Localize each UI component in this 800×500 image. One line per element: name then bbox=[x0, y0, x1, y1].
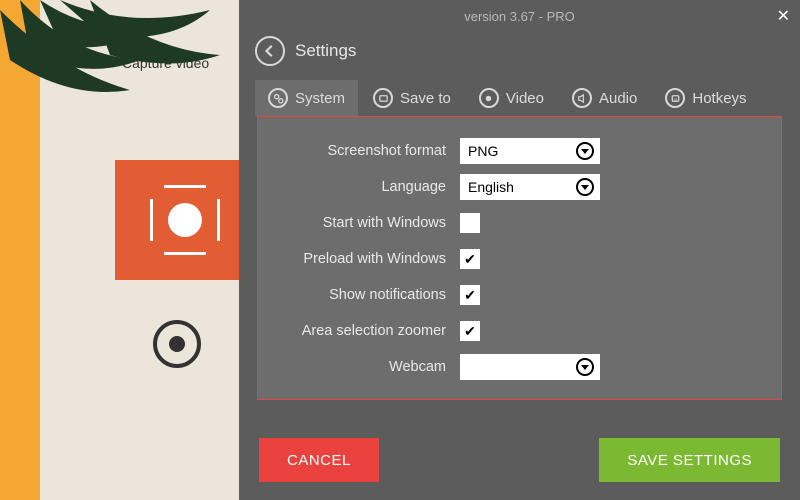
show-notifications-checkbox[interactable]: ✔ bbox=[460, 285, 480, 305]
record-radio-icon[interactable] bbox=[153, 320, 201, 368]
record-area-tile[interactable] bbox=[115, 160, 255, 280]
version-label: version 3.67 - PRO bbox=[239, 0, 800, 34]
dialog-title: Settings bbox=[295, 41, 356, 61]
show-notifications-label: Show notifications bbox=[278, 287, 460, 303]
tab-audio[interactable]: Audio bbox=[559, 80, 650, 116]
arrow-left-icon bbox=[263, 44, 277, 58]
settings-tabs: System Save to Video Audio a Hotkeys bbox=[239, 68, 800, 116]
tab-label: Hotkeys bbox=[692, 90, 746, 107]
record-dot-icon bbox=[479, 88, 499, 108]
webcam-label: Webcam bbox=[278, 359, 460, 375]
tab-video[interactable]: Video bbox=[466, 80, 557, 116]
chevron-down-icon bbox=[576, 358, 594, 376]
close-icon[interactable]: ✕ bbox=[777, 6, 790, 26]
language-select[interactable]: English bbox=[460, 174, 600, 200]
gears-icon bbox=[268, 88, 288, 108]
screenshot-format-select[interactable]: PNG bbox=[460, 138, 600, 164]
chevron-down-icon bbox=[576, 142, 594, 160]
preload-with-windows-checkbox[interactable]: ✔ bbox=[460, 249, 480, 269]
capture-video-label: Capture video bbox=[122, 55, 209, 71]
tab-label: Audio bbox=[599, 90, 637, 107]
area-zoomer-label: Area selection zoomer bbox=[278, 323, 460, 339]
folder-icon bbox=[373, 88, 393, 108]
back-button[interactable] bbox=[255, 36, 285, 66]
preload-with-windows-label: Preload with Windows bbox=[278, 251, 460, 267]
start-with-windows-checkbox[interactable] bbox=[460, 213, 480, 233]
select-value: PNG bbox=[468, 143, 498, 159]
tab-system[interactable]: System bbox=[255, 80, 358, 116]
tab-label: Video bbox=[506, 90, 544, 107]
speaker-icon bbox=[572, 88, 592, 108]
start-with-windows-label: Start with Windows bbox=[278, 215, 460, 231]
save-settings-button[interactable]: SAVE SETTINGS bbox=[599, 438, 780, 482]
system-settings-panel: Screenshot format PNG Language English S… bbox=[257, 116, 782, 400]
cancel-button[interactable]: CANCEL bbox=[259, 438, 379, 482]
tab-hotkeys[interactable]: a Hotkeys bbox=[652, 80, 759, 116]
screenshot-format-label: Screenshot format bbox=[278, 143, 460, 159]
select-value: English bbox=[468, 179, 514, 195]
language-label: Language bbox=[278, 179, 460, 195]
tab-save-to[interactable]: Save to bbox=[360, 80, 464, 116]
keyboard-icon: a bbox=[665, 88, 685, 108]
chevron-down-icon bbox=[576, 178, 594, 196]
svg-text:a: a bbox=[674, 96, 677, 101]
settings-dialog: version 3.67 - PRO ✕ Settings System Sav… bbox=[239, 0, 800, 500]
tab-label: System bbox=[295, 90, 345, 107]
tab-label: Save to bbox=[400, 90, 451, 107]
webcam-select[interactable] bbox=[460, 354, 600, 380]
area-zoomer-checkbox[interactable]: ✔ bbox=[460, 321, 480, 341]
